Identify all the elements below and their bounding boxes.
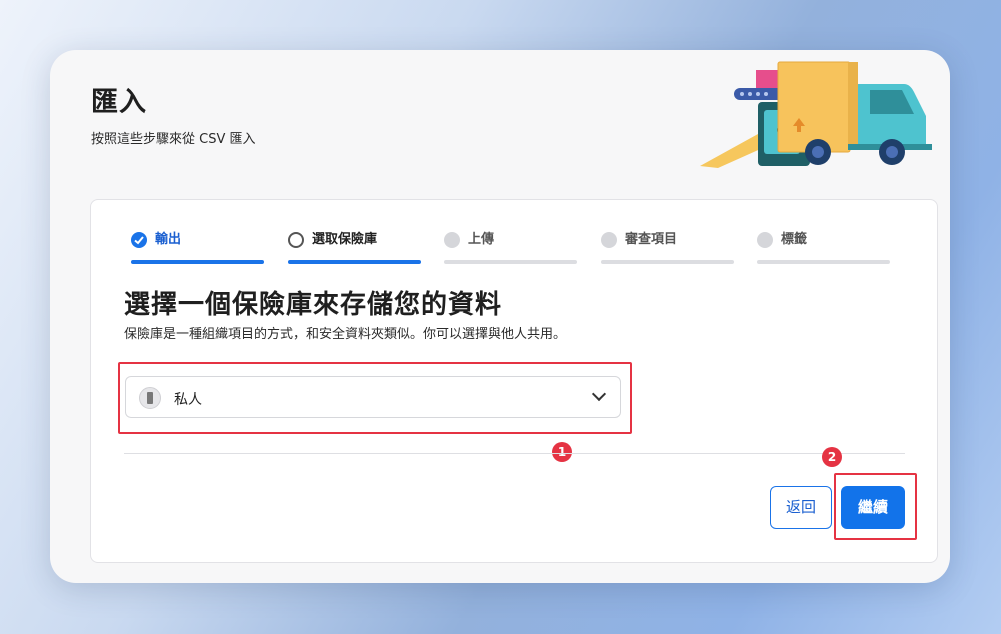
circle-filled-icon — [757, 232, 773, 248]
step-label: 選取保險庫 — [312, 232, 378, 247]
check-circle-icon — [131, 232, 147, 248]
step-review-items[interactable]: 審查項目 — [601, 232, 734, 266]
step-label: 標籤 — [781, 232, 808, 247]
annotation-badge-2: 2 — [822, 447, 842, 467]
step-label: 審查項目 — [625, 232, 678, 247]
step-progress-bar — [131, 260, 264, 264]
page-title: 匯入 — [91, 87, 147, 118]
section-description: 保險庫是一種組織項目的方式，和安全資料夾類似。你可以選擇與他人共用。 — [124, 327, 567, 342]
step-progress-bar — [288, 260, 421, 264]
divider — [124, 453, 905, 454]
annotation-highlight-1 — [118, 362, 632, 434]
circle-filled-icon — [601, 232, 617, 248]
step-upload[interactable]: 上傳 — [444, 232, 577, 266]
circle-outline-icon — [288, 232, 304, 248]
annotation-highlight-2 — [834, 473, 917, 540]
section-heading: 選擇一個保險庫來存儲您的資料 — [124, 290, 503, 320]
import-panel: 輸出 選取保險庫 上傳 審查項目 標籤 選擇一個保險庫來存儲您的資料 保險庫是一… — [90, 199, 938, 563]
step-select-vault[interactable]: 選取保險庫 — [288, 232, 421, 266]
step-progress-bar — [757, 260, 890, 264]
step-label: 輸出 — [155, 232, 182, 247]
step-progress-bar — [444, 260, 577, 264]
annotation-badge-1: 1 — [552, 442, 572, 462]
import-dialog: 匯入 按照這些步驟來從 CSV 匯入 輸出 選取保險庫 上傳 審查項目 標籤 選… — [50, 50, 950, 583]
stepper: 輸出 選取保險庫 上傳 審查項目 標籤 — [131, 232, 891, 266]
page-subtitle: 按照這些步驟來從 CSV 匯入 — [91, 132, 256, 147]
back-button[interactable]: 返回 — [770, 486, 832, 529]
step-label: 上傳 — [468, 232, 495, 247]
step-progress-bar — [601, 260, 734, 264]
circle-filled-icon — [444, 232, 460, 248]
step-tags[interactable]: 標籤 — [757, 232, 890, 266]
moving-truck-illustration — [700, 61, 932, 168]
step-export[interactable]: 輸出 — [131, 232, 264, 266]
